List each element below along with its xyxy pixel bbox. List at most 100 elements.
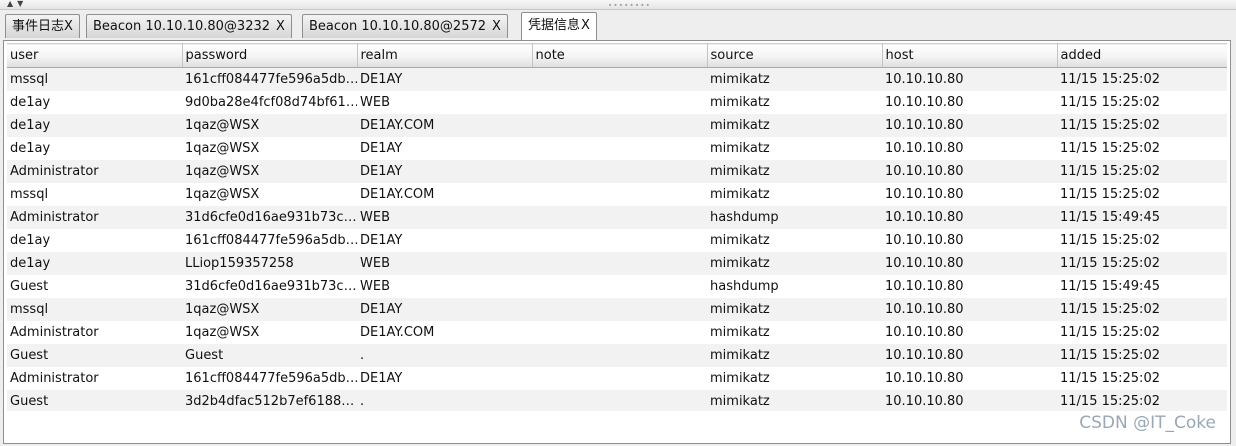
cell-user: de1ay: [7, 252, 182, 275]
cell-host: 10.10.10.80: [882, 252, 1057, 275]
cell-note: [532, 137, 707, 160]
cell-added: 11/15 15:25:02: [1057, 229, 1227, 252]
credentials-table-viewport[interactable]: user password realm note source host add…: [7, 43, 1227, 411]
cell-realm: WEB: [357, 206, 532, 229]
cell-user: Administrator: [7, 160, 182, 183]
cell-password: 1qaz@WSX: [182, 183, 357, 206]
cell-source: mimikatz: [707, 344, 882, 367]
tab-close-button[interactable]: X: [276, 19, 285, 34]
column-header-note[interactable]: note: [532, 43, 708, 68]
cell-source: mimikatz: [707, 390, 882, 411]
cell-realm: DE1AY.COM: [357, 183, 532, 206]
column-header-host[interactable]: host: [882, 43, 1058, 68]
table-row[interactable]: Guest 3d2b4dfac512b7ef6188…. mimikatz 10.10…: [7, 390, 1227, 411]
table-row[interactable]: de1ay 9d0ba28e4fcf08d74bf61… WEB mimikatz 10…: [7, 91, 1227, 114]
cell-realm: DE1AY: [357, 298, 532, 321]
cell-added: 11/15 15:25:02: [1057, 160, 1227, 183]
cell-password: LLiop159357258: [182, 252, 357, 275]
cell-note: [532, 160, 707, 183]
cell-password: 1qaz@WSX: [182, 298, 357, 321]
cell-user: Administrator: [7, 206, 182, 229]
cell-realm: DE1AY: [357, 137, 532, 160]
cell-user: mssql: [7, 183, 182, 206]
cell-added: 11/15 15:25:02: [1057, 298, 1227, 321]
cell-added: 11/15 15:25:02: [1057, 183, 1227, 206]
cell-realm: DE1AY: [357, 229, 532, 252]
table-row[interactable]: de1ay 1qaz@WSX DE1AY mimikatz 10.10.10.80 11/…: [7, 137, 1227, 160]
cell-added: 11/15 15:25:02: [1057, 344, 1227, 367]
cell-realm: DE1AY: [357, 160, 532, 183]
cell-user: Administrator: [7, 367, 182, 390]
cell-password: 31d6cfe0d16ae931b73c…: [182, 275, 357, 298]
cell-added: 11/15 15:25:02: [1057, 67, 1227, 91]
cell-password: 9d0ba28e4fcf08d74bf61…: [182, 91, 357, 114]
cell-user: Guest: [7, 390, 182, 411]
tab-beacon-3232[interactable]: Beacon 10.10.10.80@3232 X: [86, 14, 292, 38]
cell-host: 10.10.10.80: [882, 275, 1057, 298]
cell-password: 161cff084477fe596a5db…: [182, 367, 357, 390]
cell-source: mimikatz: [707, 321, 882, 344]
cell-note: [532, 344, 707, 367]
column-header-added[interactable]: added: [1057, 43, 1227, 68]
cell-note: [532, 114, 707, 137]
cell-note: [532, 206, 707, 229]
cell-user: de1ay: [7, 137, 182, 160]
cell-added: 11/15 15:25:02: [1057, 137, 1227, 160]
cell-source: mimikatz: [707, 298, 882, 321]
table-row[interactable]: Administrator 1qaz@WSX DE1AY mimikatz 10.10.…: [7, 160, 1227, 183]
tab-close-button[interactable]: X: [581, 18, 590, 33]
table-row[interactable]: Administrator 31d6cfe0d16ae931b73c… WEB has…: [7, 206, 1227, 229]
cell-added: 11/15 15:25:02: [1057, 91, 1227, 114]
tab-event-log[interactable]: 事件日志X: [5, 14, 80, 38]
cell-realm: WEB: [357, 275, 532, 298]
cell-added: 11/15 15:25:02: [1057, 390, 1227, 411]
tab-label: Beacon 10.10.10.80@2572: [309, 19, 487, 34]
column-header-user[interactable]: user: [7, 43, 183, 68]
cell-password: 1qaz@WSX: [182, 137, 357, 160]
table-row[interactable]: mssql 1qaz@WSX DE1AY.COM mimikatz 10.10.10.8…: [7, 183, 1227, 206]
table-row[interactable]: de1ay 161cff084477fe596a5db… DE1AY mimikatz…: [7, 229, 1227, 252]
cell-source: hashdump: [707, 206, 882, 229]
column-header-realm[interactable]: realm: [357, 43, 533, 68]
cell-realm: DE1AY: [357, 367, 532, 390]
tab-close-button[interactable]: X: [492, 19, 501, 34]
cell-note: [532, 321, 707, 344]
cell-source: mimikatz: [707, 114, 882, 137]
table-row[interactable]: Administrator 1qaz@WSX DE1AY.COM mimikatz 10…: [7, 321, 1227, 344]
table-row[interactable]: mssql 1qaz@WSX DE1AY mimikatz 10.10.10.80 11/…: [7, 298, 1227, 321]
table-body: mssql 161cff084477fe596a5db… DE1AY mimikatz…: [7, 67, 1227, 411]
table-row[interactable]: de1ay LLiop159357258 WEB mimikatz 10.10.10.8…: [7, 252, 1227, 275]
cell-host: 10.10.10.80: [882, 114, 1057, 137]
tab-bar: 事件日志X Beacon 10.10.10.80@3232 X Beacon 10…: [0, 12, 1236, 40]
splitter-grip-icon[interactable]: ∙∙∙∙∙∙∙∙: [608, 1, 651, 9]
cell-user: de1ay: [7, 91, 182, 114]
watermark: CSDN @IT_Coke: [1079, 413, 1216, 433]
cell-user: Administrator: [7, 321, 182, 344]
table-row[interactable]: de1ay 1qaz@WSX DE1AY.COM mimikatz 10.10.10.8…: [7, 114, 1227, 137]
tab-close-button[interactable]: X: [64, 19, 73, 34]
cell-host: 10.10.10.80: [882, 367, 1057, 390]
cell-note: [532, 183, 707, 206]
tab-beacon-2572[interactable]: Beacon 10.10.10.80@2572 X: [302, 14, 508, 38]
cell-note: [532, 67, 707, 91]
cell-source: hashdump: [707, 275, 882, 298]
column-header-source[interactable]: source: [707, 43, 883, 68]
cell-password: 1qaz@WSX: [182, 321, 357, 344]
cell-password: 161cff084477fe596a5db…: [182, 229, 357, 252]
cell-realm: DE1AY.COM: [357, 114, 532, 137]
cell-password: 31d6cfe0d16ae931b73c…: [182, 206, 357, 229]
cell-user: de1ay: [7, 229, 182, 252]
cell-realm: .: [357, 390, 532, 411]
table-row[interactable]: Guest 31d6cfe0d16ae931b73c… WEB hashdump 10.…: [7, 275, 1227, 298]
column-header-password[interactable]: password: [182, 43, 358, 68]
cell-note: [532, 298, 707, 321]
splitter-arrows-icon[interactable]: ▲▼: [7, 0, 27, 8]
table-row[interactable]: Administrator 161cff084477fe596a5db… DE1AY…: [7, 367, 1227, 390]
tab-credentials[interactable]: 凭据信息X: [521, 12, 597, 40]
tab-label: 凭据信息: [528, 18, 581, 33]
cell-host: 10.10.10.80: [882, 137, 1057, 160]
top-splitter-bar[interactable]: ▲▼ ∙∙∙∙∙∙∙∙: [0, 0, 1236, 10]
table-row[interactable]: mssql 161cff084477fe596a5db… DE1AY mimikatz…: [7, 67, 1227, 91]
tab-label: Beacon 10.10.10.80@3232: [93, 19, 271, 34]
table-row[interactable]: Guest Guest. mimikatz 10.10.10.80 11/15 15:2…: [7, 344, 1227, 367]
